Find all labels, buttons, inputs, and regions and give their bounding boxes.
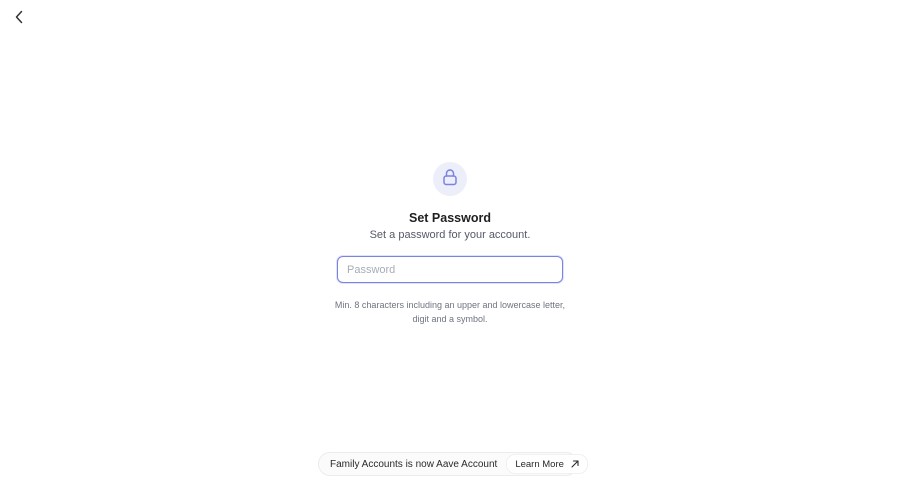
password-input[interactable] <box>337 256 563 283</box>
external-arrow-icon <box>571 460 579 468</box>
announcement-banner: Family Accounts is now Aave Account Lear… <box>318 452 588 476</box>
learn-more-button[interactable]: Learn More <box>506 454 588 474</box>
lock-icon-container <box>433 162 467 196</box>
back-button[interactable] <box>10 8 28 26</box>
learn-more-label: Learn More <box>515 458 564 470</box>
chevron-left-icon <box>14 10 24 24</box>
lock-icon <box>442 168 458 191</box>
set-password-page: Set Password Set a password for your acc… <box>0 0 900 484</box>
password-requirements-hint: Min. 8 characters including an upper and… <box>334 300 566 324</box>
set-password-panel: Set Password Set a password for your acc… <box>0 162 900 326</box>
page-subtitle: Set a password for your account. <box>369 229 531 241</box>
banner-text: Family Accounts is now Aave Account <box>330 458 498 470</box>
page-title: Set Password <box>409 211 491 225</box>
